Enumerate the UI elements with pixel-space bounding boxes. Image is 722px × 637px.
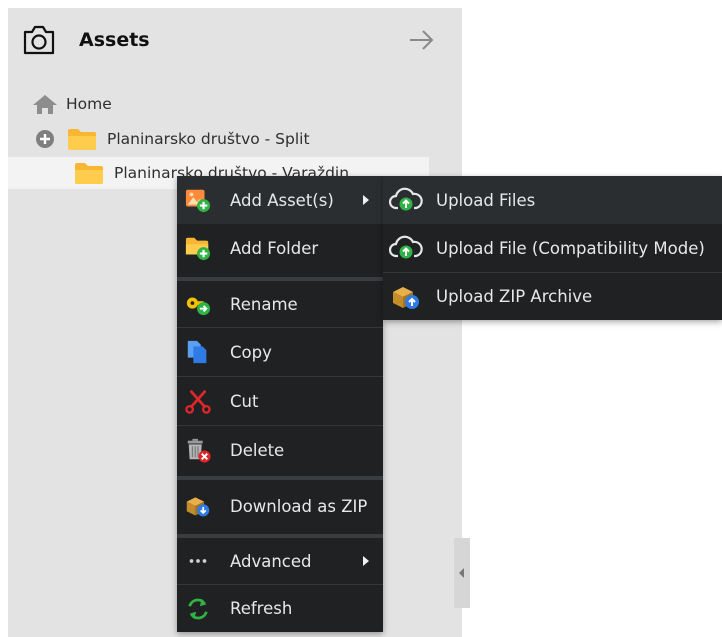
- collapse-handle[interactable]: [454, 538, 470, 608]
- folder-icon: [68, 129, 96, 150]
- submenu-item-label: Upload Files: [436, 190, 536, 210]
- menu-item-label: Cut: [230, 391, 259, 411]
- submenu-item-upload-files[interactable]: Upload Files: [383, 176, 722, 224]
- folder-icon: [75, 163, 103, 184]
- menu-item-download-zip[interactable]: Download as ZIP: [177, 480, 383, 532]
- submenu-item-label: Upload File (Compatibility Mode): [436, 238, 705, 258]
- submenu-arrow-icon: [363, 556, 369, 566]
- submenu-item-upload-compat[interactable]: Upload File (Compatibility Mode): [383, 224, 722, 272]
- rename-key-icon: [185, 291, 211, 317]
- tree-item-home[interactable]: Home: [32, 89, 112, 119]
- menu-item-advanced[interactable]: Advanced: [177, 538, 383, 584]
- menu-item-label: Add Asset(s): [230, 190, 334, 210]
- panel-title: Assets: [79, 29, 150, 51]
- submenu-item-label: Upload ZIP Archive: [436, 287, 593, 306]
- tree-item-label: Home: [66, 95, 112, 113]
- camera-icon: [23, 25, 55, 55]
- menu-item-label: Refresh: [230, 599, 293, 618]
- submenu-arrow-icon: [363, 195, 369, 205]
- menu-item-cut[interactable]: Cut: [177, 377, 383, 425]
- menu-item-refresh[interactable]: Refresh: [177, 585, 383, 632]
- menu-item-label: Advanced: [230, 551, 312, 571]
- context-menu: Add Asset(s) Add Folder Rename Copy Cut …: [177, 176, 383, 632]
- delete-trash-icon: [185, 437, 211, 463]
- add-folder-icon: [185, 235, 211, 261]
- menu-item-label: Copy: [230, 342, 272, 362]
- menu-item-add-folder[interactable]: Add Folder: [177, 224, 383, 272]
- ellipsis-icon: [185, 548, 211, 574]
- menu-item-add-assets[interactable]: Add Asset(s): [177, 176, 383, 224]
- cloud-upload-icon: [389, 187, 423, 213]
- menu-item-rename[interactable]: Rename: [177, 281, 383, 327]
- tree-item-label: Planinarsko društvo - Split: [107, 130, 310, 148]
- home-icon: [33, 95, 57, 114]
- menu-item-label: Download as ZIP: [230, 496, 368, 516]
- menu-item-copy[interactable]: Copy: [177, 328, 383, 376]
- submenu-item-upload-zip[interactable]: Upload ZIP Archive: [383, 273, 722, 320]
- menu-item-delete[interactable]: Delete: [177, 426, 383, 474]
- menu-item-label: Add Folder: [230, 238, 319, 258]
- add-assets-submenu: Upload Files Upload File (Compatibility …: [383, 176, 722, 320]
- download-zip-icon: [185, 493, 211, 519]
- menu-item-label: Rename: [230, 294, 298, 314]
- refresh-icon: [185, 596, 211, 622]
- add-asset-icon: [185, 187, 211, 213]
- upload-zip-box-icon: [389, 284, 423, 310]
- menu-item-label: Delete: [230, 440, 285, 460]
- cloud-upload-outline-icon: [389, 235, 423, 261]
- cut-scissors-icon: [185, 388, 211, 414]
- tree-item-split[interactable]: Planinarsko društvo - Split: [35, 124, 310, 154]
- arrow-right-icon[interactable]: [408, 27, 436, 53]
- copy-icon: [185, 339, 211, 365]
- expand-plus-icon[interactable]: [35, 129, 55, 149]
- panel-header: Assets: [8, 8, 462, 74]
